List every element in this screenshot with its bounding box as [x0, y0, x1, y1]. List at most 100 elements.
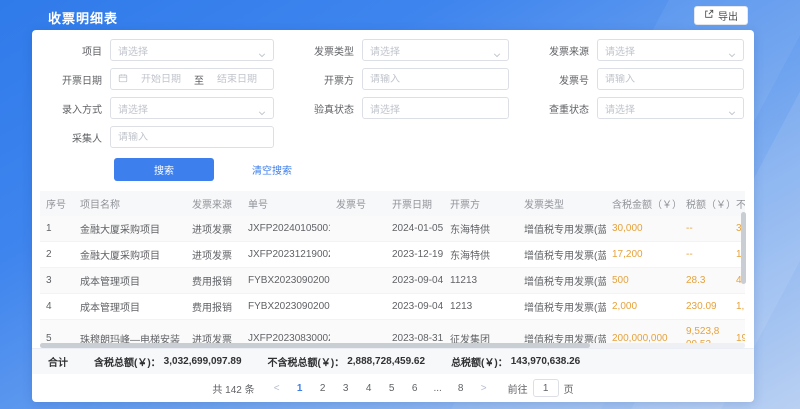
table-row: 4成本管理项目费用报销FYBX202309020032023-09-041213… [40, 294, 745, 320]
chevron-down-icon [728, 46, 736, 54]
col-amount: 含税金额（￥） [606, 191, 680, 216]
page-button-2[interactable]: 2 [314, 379, 332, 397]
cell-invoice-no [330, 216, 386, 242]
cell-source: 费用报销 [186, 268, 242, 294]
clear-search-button[interactable]: 清空搜索 [252, 162, 292, 177]
summary-bar: 合计 含税总额(￥)： 3,032,699,097.89 不含税总额(￥)： 2… [32, 348, 754, 374]
filter-invoice-date: 开票日期 至 [36, 68, 274, 90]
verify-status-select[interactable]: 请选择 [362, 97, 509, 119]
entry-method-select[interactable]: 请选择 [110, 97, 274, 119]
cell-seq: 2 [40, 242, 74, 268]
dup-check-status-select[interactable]: 请选择 [597, 97, 744, 119]
pagination-total: 共 142 条 [212, 381, 254, 396]
filter-dup-check-status: 查重状态 请选择 [523, 97, 744, 119]
cell-issuer: 1213 [444, 294, 518, 320]
invoice-no-input[interactable] [605, 74, 736, 85]
cell-date: 2023-09-04 [386, 294, 444, 320]
filter-invoice-type: 发票类型 请选择 [288, 39, 509, 61]
vertical-scrollbar-thumb[interactable] [741, 212, 746, 284]
table-row: 3成本管理项目费用报销FYBX202309020032023-09-041121… [40, 268, 745, 294]
cell-issuer: 东海特供 [444, 216, 518, 242]
cell-issuer: 东海特供 [444, 242, 518, 268]
cell-source: 进项发票 [186, 242, 242, 268]
project-placeholder: 请选择 [118, 43, 258, 58]
chevron-down-icon [258, 104, 266, 112]
invoice-date-label: 开票日期 [36, 72, 102, 87]
cell-project: 金融大厦采购项目 [74, 242, 186, 268]
goto-page-input[interactable] [533, 379, 559, 397]
filter-collector: 采集人 [36, 126, 274, 148]
page-title: 收票明细表 [48, 8, 118, 27]
pagination-bar: 共 142 条 < 1 2 3 4 5 6 ... 8 > 前往 页 [32, 374, 754, 402]
top-bar: 收票明细表 导出 [0, 0, 800, 30]
cell-tax: 230.09 [680, 294, 730, 320]
summary-tax-label: 总税额(￥)： [451, 354, 508, 369]
invoice-table-wrap: 序号 项目名称 发票来源 单号 发票号 开票日期 开票方 发票类型 含税金额（￥… [40, 191, 745, 348]
export-icon [704, 9, 714, 22]
page-button-6[interactable]: 6 [406, 379, 424, 397]
dup-check-status-label: 查重状态 [523, 101, 589, 116]
cell-date: 2024-01-05 [386, 216, 444, 242]
entry-method-placeholder: 请选择 [118, 101, 258, 116]
filter-issuer: 开票方 [288, 68, 509, 90]
cell-order-no: FYBX20230902003 [242, 268, 330, 294]
goto-suffix: 页 [564, 381, 574, 396]
collector-input[interactable] [118, 132, 266, 143]
page-button-4[interactable]: 4 [360, 379, 378, 397]
project-label: 项目 [36, 43, 102, 58]
cell-tax: -- [680, 242, 730, 268]
filter-invoice-source: 发票来源 请选择 [523, 39, 744, 61]
cell-invoice-no [330, 294, 386, 320]
horizontal-scrollbar-thumb[interactable] [40, 343, 590, 348]
filter-entry-method: 录入方式 请选择 [36, 97, 274, 119]
summary-excl-tax: 不含税总额(￥)： 2,888,728,459.62 [268, 354, 426, 369]
pagination-goto: 前往 页 [508, 379, 574, 397]
export-label: 导出 [718, 8, 738, 23]
cell-amount: 2,000 [606, 294, 680, 320]
invoice-type-label: 发票类型 [288, 43, 354, 58]
vertical-scrollbar [741, 212, 746, 348]
invoice-source-select[interactable]: 请选择 [597, 39, 744, 61]
page-ellipsis[interactable]: ... [429, 379, 447, 397]
invoice-type-select[interactable]: 请选择 [362, 39, 509, 61]
table-row: 2金融大厦采购项目进项发票JXFP202312190022023-12-19东海… [40, 242, 745, 268]
filter-invoice-no: 发票号 [523, 68, 744, 90]
filter-project: 项目 请选择 [36, 39, 274, 61]
next-page-button[interactable]: > [475, 379, 493, 397]
horizontal-scrollbar [40, 343, 745, 348]
summary-excl-tax-value: 2,888,728,459.62 [347, 356, 425, 367]
invoice-date-range-picker[interactable]: 至 [110, 68, 274, 90]
cell-type: 增值税专用发票(蓝) [518, 216, 606, 242]
verify-status-placeholder: 请选择 [370, 101, 501, 116]
start-date-input[interactable] [132, 74, 190, 85]
table-header-row: 序号 项目名称 发票来源 单号 发票号 开票日期 开票方 发票类型 含税金额（￥… [40, 191, 745, 216]
page-button-1[interactable]: 1 [291, 379, 309, 397]
end-date-input[interactable] [208, 74, 266, 85]
col-type: 发票类型 [518, 191, 606, 216]
content-card: 项目 请选择 发票类型 请选择 发票来源 请选择 [32, 30, 754, 402]
cell-order-no: FYBX20230902003 [242, 294, 330, 320]
calendar-icon [118, 70, 128, 88]
export-button[interactable]: 导出 [694, 6, 748, 25]
goto-label: 前往 [508, 381, 528, 396]
invoice-table: 序号 项目名称 发票来源 单号 发票号 开票日期 开票方 发票类型 含税金额（￥… [40, 191, 745, 348]
invoice-type-placeholder: 请选择 [370, 43, 493, 58]
summary-incl-tax-label: 含税总额(￥)： [94, 354, 161, 369]
collector-input-wrap [110, 126, 274, 148]
invoice-source-label: 发票来源 [523, 43, 589, 58]
col-source: 发票来源 [186, 191, 242, 216]
search-button[interactable]: 搜索 [114, 158, 214, 181]
page-button-8[interactable]: 8 [452, 379, 470, 397]
filter-actions: 搜索 清空搜索 [114, 158, 744, 181]
col-order-no: 单号 [242, 191, 330, 216]
page-button-3[interactable]: 3 [337, 379, 355, 397]
cell-seq: 3 [40, 268, 74, 294]
issuer-input[interactable] [370, 74, 501, 85]
page-button-5[interactable]: 5 [383, 379, 401, 397]
cell-type: 增值税专用发票(蓝) [518, 294, 606, 320]
cell-seq: 4 [40, 294, 74, 320]
cell-order-no: JXFP20240105001 [242, 216, 330, 242]
project-select[interactable]: 请选择 [110, 39, 274, 61]
prev-page-button[interactable]: < [268, 379, 286, 397]
chevron-down-icon [493, 46, 501, 54]
